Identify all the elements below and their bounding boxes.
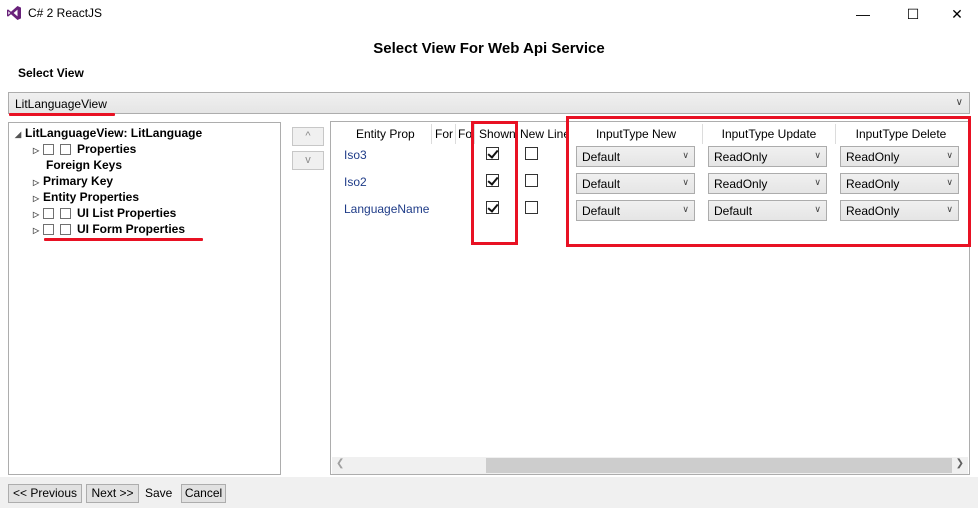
tree-root-label: LitLanguageView: LitLanguage bbox=[25, 126, 203, 140]
entity-prop-cell[interactable]: Iso2 bbox=[344, 175, 367, 189]
title-bar bbox=[0, 0, 978, 28]
tree-item-properties[interactable]: ▷ Properties bbox=[33, 141, 136, 157]
column-header-new-line[interactable]: New Line bbox=[520, 122, 568, 146]
column-divider bbox=[455, 124, 456, 144]
select-view-label: Select View bbox=[18, 66, 84, 80]
minimize-button[interactable]: — bbox=[840, 0, 886, 28]
tree-item-ui-list-properties[interactable]: ▷ UI List Properties bbox=[33, 205, 176, 221]
tree-item-label: Foreign Keys bbox=[46, 158, 123, 172]
collapse-triangle-icon[interactable]: ◢ bbox=[15, 127, 25, 143]
maximize-button[interactable]: ☐ bbox=[890, 0, 936, 28]
highlight-underline bbox=[44, 238, 203, 241]
tree-item-foreign-keys[interactable]: Foreign Keys bbox=[46, 157, 122, 173]
tree-item-primary-key[interactable]: ▷ Primary Key bbox=[33, 173, 113, 189]
tree-item-label: Entity Properties bbox=[43, 190, 140, 204]
save-button[interactable]: Save bbox=[145, 486, 172, 500]
highlight-box-inputtypes bbox=[566, 116, 971, 247]
scroll-right-icon[interactable]: ❯ bbox=[956, 458, 964, 469]
view-select[interactable]: LitLanguageView ∨ bbox=[8, 92, 970, 114]
close-button[interactable]: ✕ bbox=[934, 0, 978, 28]
visual-studio-icon bbox=[7, 6, 21, 20]
tree-checkbox[interactable] bbox=[43, 224, 54, 235]
expand-triangle-icon[interactable]: ▷ bbox=[33, 143, 43, 159]
new-line-checkbox[interactable] bbox=[525, 174, 538, 187]
column-header-entity-prop[interactable]: Entity Prop bbox=[356, 122, 432, 146]
tree-item-label: UI Form Properties bbox=[77, 222, 186, 236]
tree-item-label: Properties bbox=[77, 142, 137, 156]
scrollbar-thumb[interactable] bbox=[486, 458, 952, 473]
horizontal-scrollbar[interactable]: ❮ ❯ bbox=[332, 457, 968, 474]
new-line-checkbox[interactable] bbox=[525, 201, 538, 214]
entity-prop-cell[interactable]: Iso3 bbox=[344, 148, 367, 162]
highlight-box-shown bbox=[471, 121, 518, 245]
column-header-for[interactable]: For bbox=[435, 122, 455, 146]
highlight-underline bbox=[9, 113, 115, 116]
window-title: C# 2 ReactJS bbox=[28, 6, 103, 20]
tree-item-ui-form-properties[interactable]: ▷ UI Form Properties bbox=[33, 221, 185, 237]
tree-checkbox[interactable] bbox=[60, 224, 71, 235]
tree-checkbox[interactable] bbox=[43, 144, 54, 155]
tree-checkbox[interactable] bbox=[60, 208, 71, 219]
cancel-button[interactable]: Cancel bbox=[181, 484, 226, 503]
tree-item-entity-properties[interactable]: ▷ Entity Properties bbox=[33, 189, 139, 205]
move-down-button[interactable]: v bbox=[292, 151, 324, 170]
new-line-checkbox[interactable] bbox=[525, 147, 538, 160]
move-up-button[interactable]: ^ bbox=[292, 127, 324, 146]
tree-checkbox[interactable] bbox=[60, 144, 71, 155]
tree-checkbox[interactable] bbox=[43, 208, 54, 219]
next-button[interactable]: Next >> bbox=[86, 484, 139, 503]
entity-prop-cell[interactable]: LanguageName bbox=[344, 202, 429, 216]
tree-item-label: UI List Properties bbox=[77, 206, 177, 220]
tree-view[interactable]: ◢ LitLanguageView: LitLanguage ▷ Propertie… bbox=[8, 122, 281, 475]
previous-button[interactable]: << Previous bbox=[8, 484, 82, 503]
page-title: Select View For Web Api Service bbox=[373, 40, 605, 57]
column-divider bbox=[431, 124, 432, 144]
view-select-value: LitLanguageView bbox=[15, 97, 107, 111]
tree-root[interactable]: ◢ LitLanguageView: LitLanguage bbox=[15, 125, 202, 141]
tree-item-label: Primary Key bbox=[43, 174, 114, 188]
scroll-left-icon[interactable]: ❮ bbox=[336, 458, 344, 469]
expand-triangle-icon[interactable]: ▷ bbox=[33, 223, 43, 239]
chevron-down-icon: ∨ bbox=[955, 97, 963, 108]
